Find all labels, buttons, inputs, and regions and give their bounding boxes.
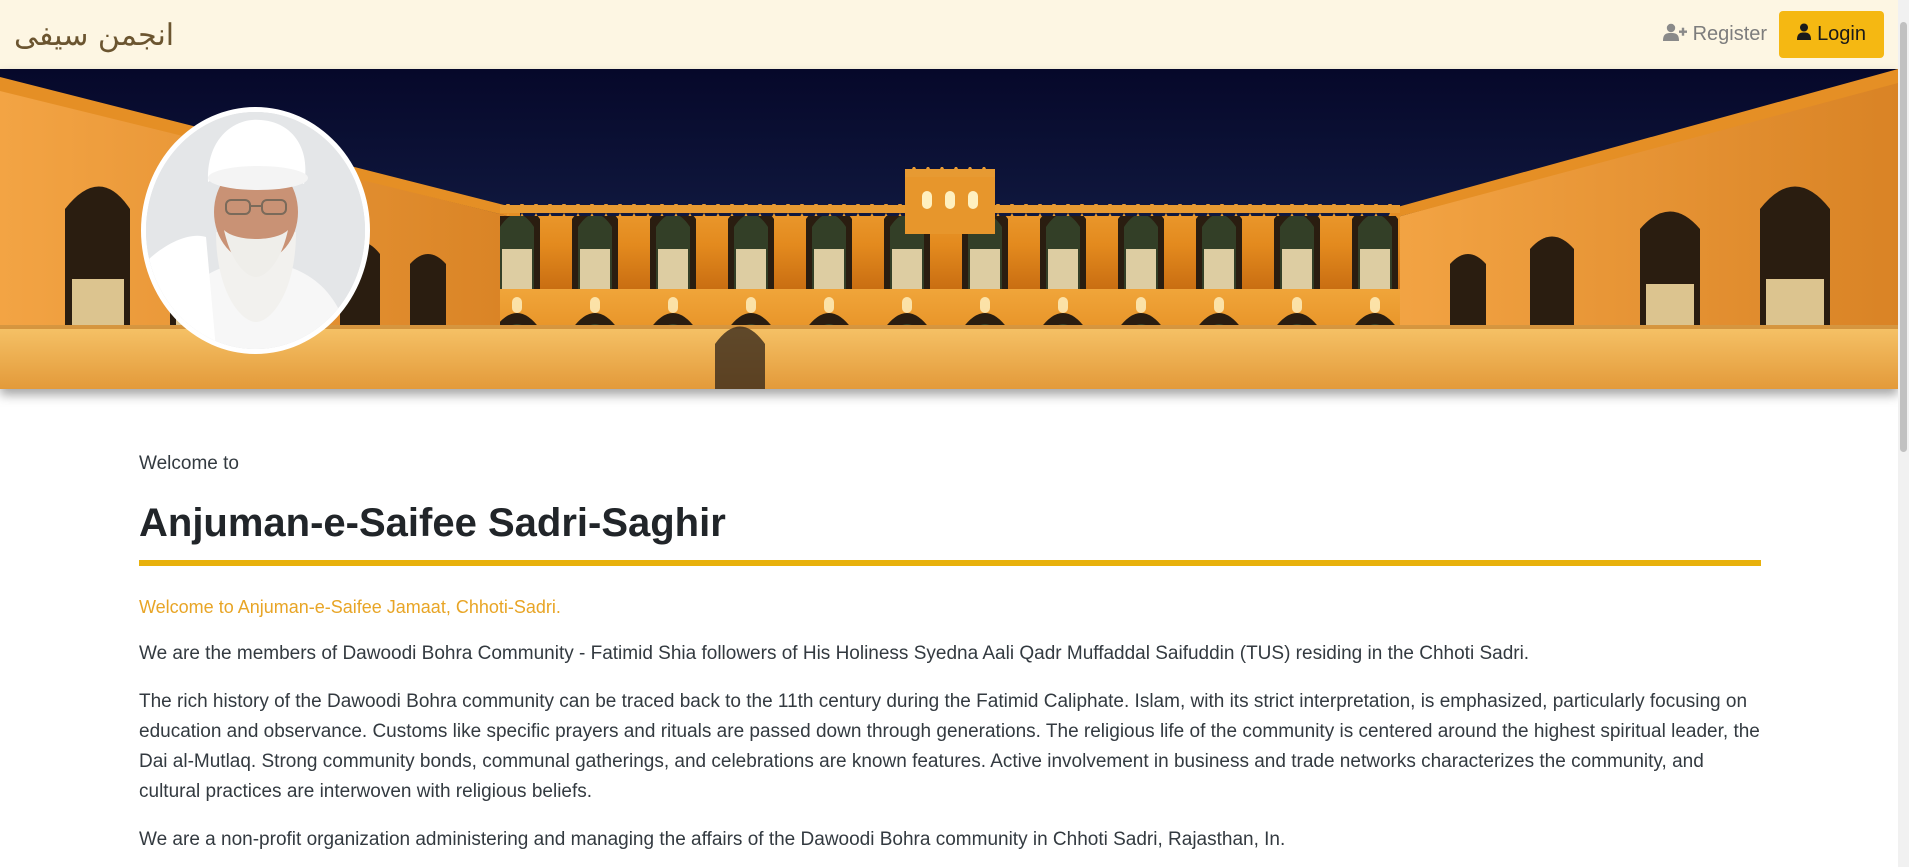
scrollbar-thumb[interactable] — [1900, 22, 1907, 452]
user-plus-icon — [1662, 23, 1687, 47]
history-paragraph: The rich history of the Dawoodi Bohra co… — [139, 691, 1760, 802]
intro-paragraph: We are the members of Dawoodi Bohra Comm… — [139, 643, 1530, 664]
top-navbar: انجمن سیفی Register Login — [0, 0, 1898, 69]
register-label: Register — [1692, 23, 1768, 45]
page-scrollbar[interactable] — [1898, 0, 1909, 867]
profile-photo — [141, 107, 370, 354]
welcome-to-text: Welcome to — [139, 453, 239, 474]
welcome-tagline: Welcome to Anjuman-e-Saifee Jamaat, Chho… — [139, 597, 561, 617]
nav-actions: Register Login — [1662, 11, 1884, 58]
user-icon — [1797, 23, 1812, 46]
organization-paragraph: We are a non-profit organization adminis… — [139, 829, 1286, 850]
register-link[interactable]: Register — [1662, 23, 1768, 47]
page-title: Anjuman-e-Saifee Sadri-Saghir — [139, 501, 726, 545]
portrait-image — [146, 112, 365, 349]
main-content: Welcome to Anjuman-e-Saifee Sadri-Saghir… — [139, 450, 1761, 855]
login-label: Login — [1817, 23, 1866, 45]
login-button[interactable]: Login — [1779, 11, 1884, 58]
title-underline — [139, 560, 1761, 566]
site-logo[interactable]: انجمن سیفی — [14, 19, 174, 51]
